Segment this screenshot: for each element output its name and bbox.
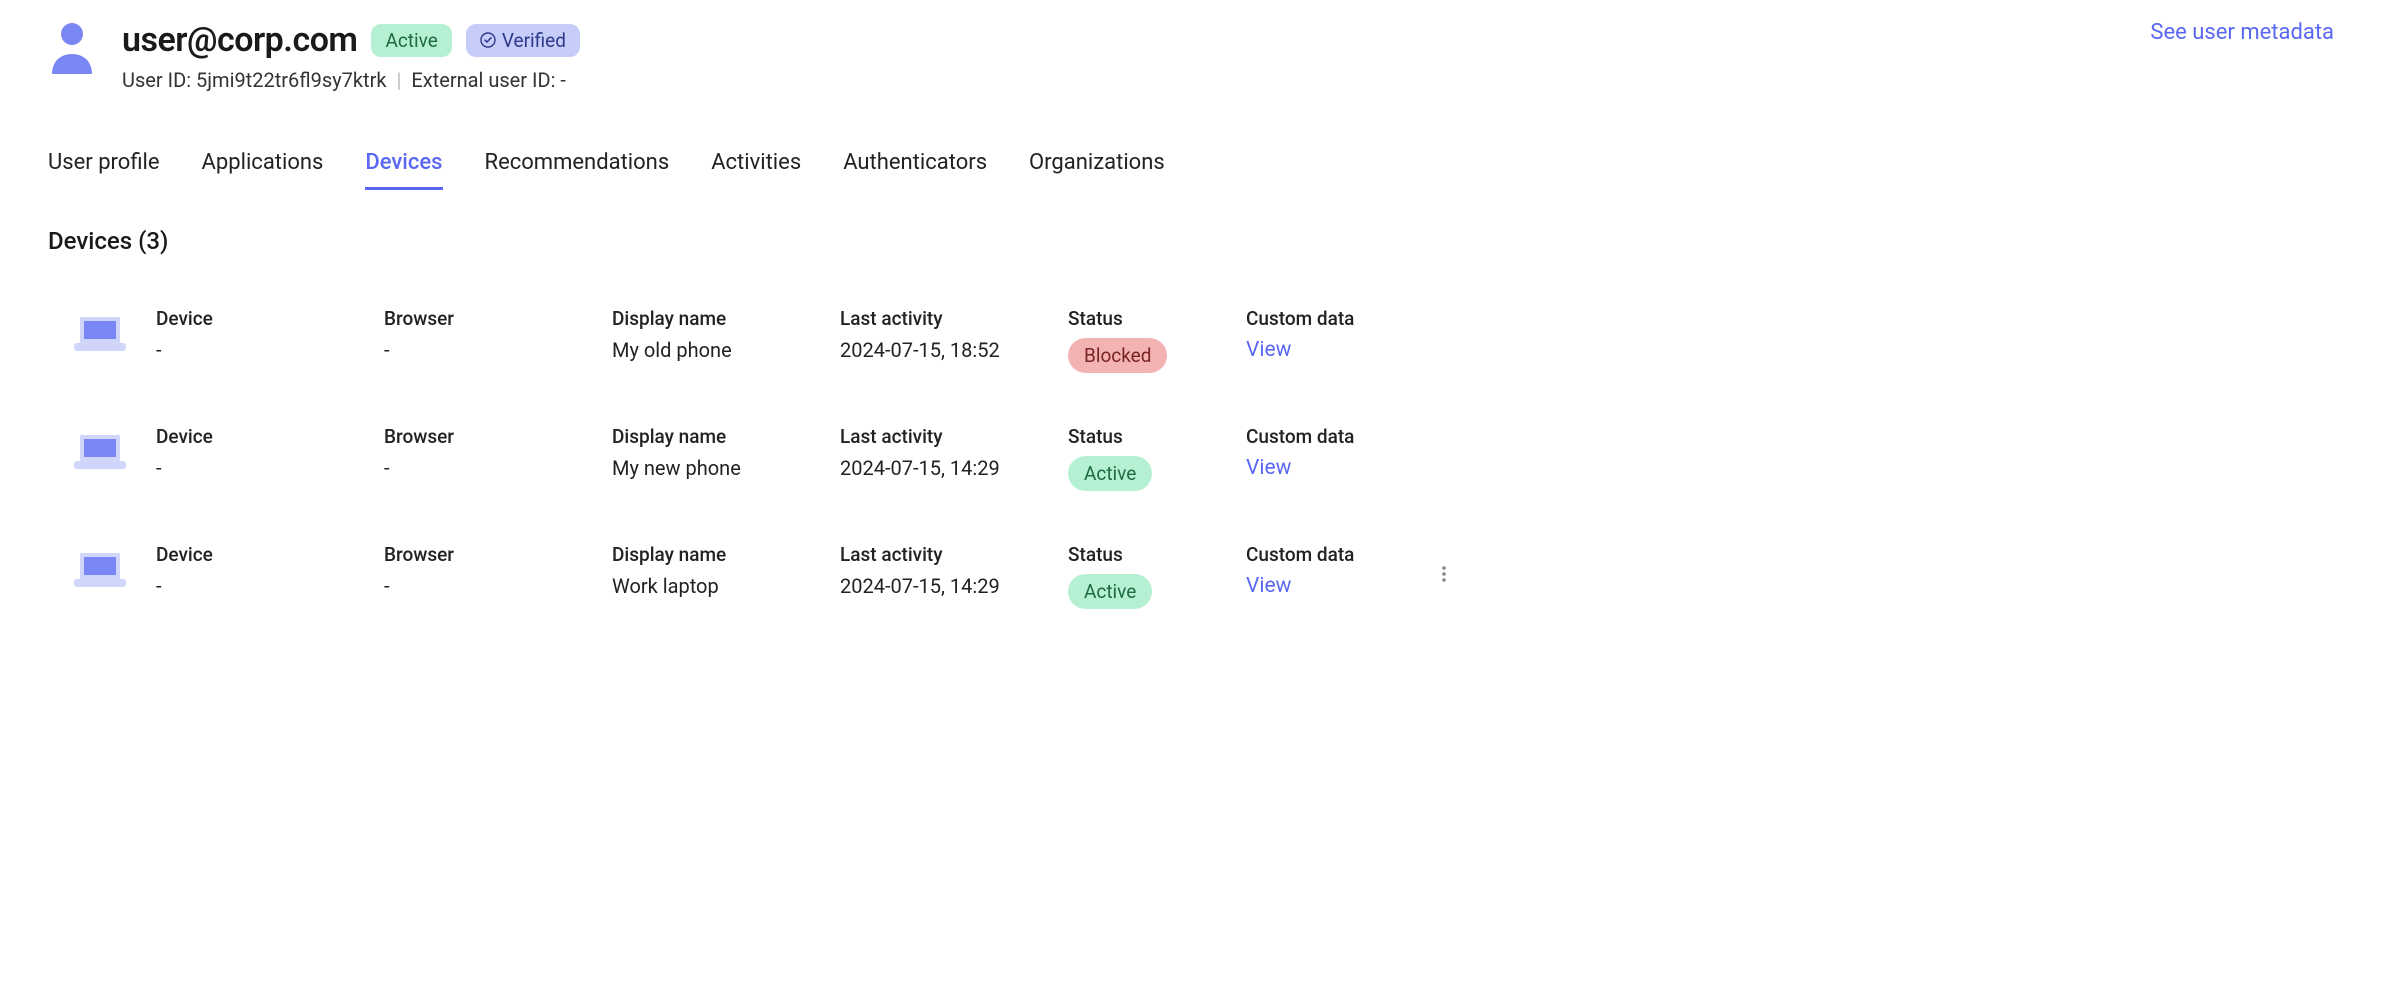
- custom-data-cell: Custom data View: [1246, 543, 1426, 598]
- device-cell: Device -: [156, 307, 376, 362]
- header-left: user@corp.com Active Verified User ID: 5…: [48, 20, 580, 92]
- browser-cell: Browser -: [384, 543, 604, 598]
- check-circle-icon: [480, 32, 496, 48]
- custom-data-cell: Custom data View: [1246, 307, 1426, 362]
- tab-recommendations[interactable]: Recommendations: [485, 144, 670, 190]
- browser-cell: Browser -: [384, 425, 604, 480]
- verified-label: Verified: [502, 29, 566, 52]
- status-label: Status: [1068, 307, 1238, 330]
- tabs: User profile Applications Devices Recommend…: [48, 144, 2334, 191]
- user-email: user@corp.com: [122, 20, 357, 60]
- device-list: Device-Browser-Display nameMy old phoneL…: [48, 281, 2334, 635]
- device-cell-label: Device: [156, 425, 376, 448]
- browser-cell-label: Browser: [384, 425, 604, 448]
- laptop-icon: [72, 431, 128, 471]
- custom-data-cell: Custom data View: [1246, 425, 1426, 480]
- browser-cell-value: -: [384, 338, 604, 362]
- browser-cell: Browser -: [384, 307, 604, 362]
- last-activity-cell: Last activity 2024-07-15, 14:29: [840, 425, 1060, 480]
- browser-cell-value: -: [384, 456, 604, 480]
- laptop-icon: [72, 313, 128, 353]
- view-link[interactable]: View: [1246, 456, 1426, 480]
- last-activity-cell-label: Last activity: [840, 543, 1060, 566]
- device-cell: Device -: [156, 425, 376, 480]
- status-badge-active: Active: [371, 24, 451, 57]
- status-cell: Status Active: [1068, 425, 1238, 491]
- last-activity-cell: Last activity 2024-07-15, 14:29: [840, 543, 1060, 598]
- avatar-icon: [48, 20, 96, 76]
- display-name-cell-value: My new phone: [612, 456, 832, 480]
- custom-data-label: Custom data: [1246, 425, 1426, 448]
- status-badge: Active: [1068, 574, 1152, 609]
- custom-data-label: Custom data: [1246, 307, 1426, 330]
- view-link[interactable]: View: [1246, 574, 1426, 598]
- view-link[interactable]: View: [1246, 338, 1426, 362]
- browser-cell-label: Browser: [384, 307, 604, 330]
- browser-cell-value: -: [384, 574, 604, 598]
- device-row: Device-Browser-Display nameWork laptopLa…: [48, 517, 2334, 635]
- user-id-text: User ID: 5jmi9t22tr6fl9sy7ktrk: [122, 68, 386, 92]
- browser-cell-label: Browser: [384, 543, 604, 566]
- status-cell: Status Blocked: [1068, 307, 1238, 373]
- laptop-icon: [72, 549, 128, 589]
- more-vertical-icon: [1434, 564, 1454, 584]
- device-cell-value: -: [156, 338, 376, 362]
- separator: |: [396, 68, 401, 92]
- last-activity-cell-label: Last activity: [840, 307, 1060, 330]
- display-name-cell: Display name My new phone: [612, 425, 832, 480]
- last-activity-cell-value: 2024-07-15, 14:29: [840, 574, 1060, 598]
- tab-user-profile[interactable]: User profile: [48, 144, 160, 190]
- device-cell: Device -: [156, 543, 376, 598]
- custom-data-label: Custom data: [1246, 543, 1426, 566]
- display-name-cell: Display name My old phone: [612, 307, 832, 362]
- display-name-cell-value: My old phone: [612, 338, 832, 362]
- status-cell: Status Active: [1068, 543, 1238, 609]
- more-actions-button[interactable]: [1434, 564, 1474, 589]
- see-user-metadata-link[interactable]: See user metadata: [2150, 20, 2334, 45]
- tab-applications[interactable]: Applications: [202, 144, 324, 190]
- device-cell-label: Device: [156, 543, 376, 566]
- tab-organizations[interactable]: Organizations: [1029, 144, 1165, 190]
- status-label: Status: [1068, 543, 1238, 566]
- tab-authenticators[interactable]: Authenticators: [843, 144, 987, 190]
- status-badge: Active: [1068, 456, 1152, 491]
- display-name-cell-label: Display name: [612, 543, 832, 566]
- status-badge: Blocked: [1068, 338, 1167, 373]
- last-activity-cell: Last activity 2024-07-15, 18:52: [840, 307, 1060, 362]
- tab-devices[interactable]: Devices: [365, 144, 442, 190]
- last-activity-cell-value: 2024-07-15, 14:29: [840, 456, 1060, 480]
- last-activity-cell-label: Last activity: [840, 425, 1060, 448]
- display-name-cell: Display name Work laptop: [612, 543, 832, 598]
- device-row: Device-Browser-Display nameMy new phoneL…: [48, 399, 2334, 517]
- status-badge-verified: Verified: [466, 24, 580, 57]
- device-cell-value: -: [156, 574, 376, 598]
- section-title: Devices (3): [48, 227, 2334, 255]
- device-cell-value: -: [156, 456, 376, 480]
- display-name-cell-label: Display name: [612, 425, 832, 448]
- device-row: Device-Browser-Display nameMy old phoneL…: [48, 281, 2334, 399]
- external-id-text: External user ID: -: [411, 68, 566, 92]
- last-activity-cell-value: 2024-07-15, 18:52: [840, 338, 1060, 362]
- user-header: user@corp.com Active Verified User ID: 5…: [48, 20, 2334, 92]
- user-ids-row: User ID: 5jmi9t22tr6fl9sy7ktrk | Externa…: [122, 68, 580, 92]
- display-name-cell-label: Display name: [612, 307, 832, 330]
- device-cell-label: Device: [156, 307, 376, 330]
- status-label: Status: [1068, 425, 1238, 448]
- tab-activities[interactable]: Activities: [711, 144, 801, 190]
- display-name-cell-value: Work laptop: [612, 574, 832, 598]
